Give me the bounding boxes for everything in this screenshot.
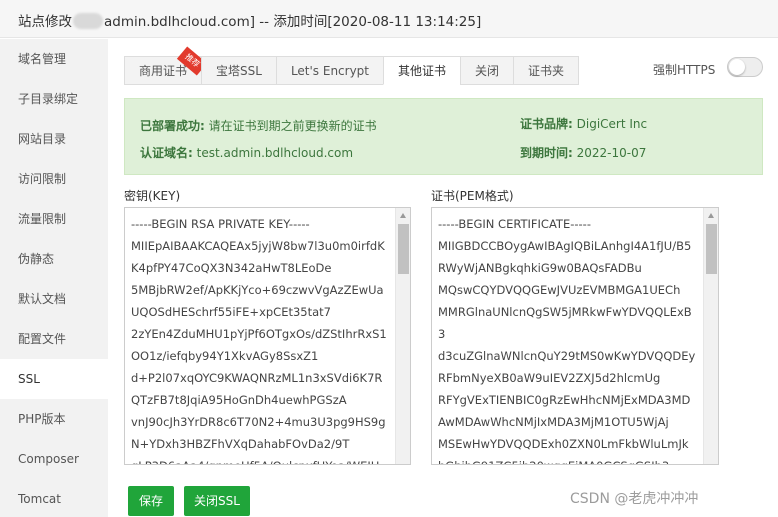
- cert-line: AwMDAwWhcNMjIxMDA3MjM1OTU5WjAj: [438, 415, 669, 429]
- tab-lets-encrypt[interactable]: Let's Encrypt: [275, 56, 384, 85]
- certificate-textarea[interactable]: -----BEGIN CERTIFICATE----- MIIGBDCCBOygA…: [431, 207, 719, 465]
- title-prefix: 站点修改: [18, 14, 72, 30]
- sidebar-item-composer[interactable]: Composer: [0, 439, 108, 479]
- key-line: UQOSdHESchrf55iFE+xpCEt35tat7: [131, 305, 331, 319]
- tab-commercial-cert[interactable]: 商用证书 推荐: [124, 46, 208, 85]
- key-line: gLP3D6aAa4/gnmeUf5A/OulcpxfHYoa/WEIU: [131, 455, 404, 464]
- key-label: 密钥(KEY): [124, 189, 181, 203]
- key-scrollbar[interactable]: [395, 208, 410, 464]
- tab-baota-ssl[interactable]: 宝塔SSL: [201, 56, 276, 85]
- sidebar-item-tomcat[interactable]: Tomcat: [0, 479, 108, 517]
- title-suffix: -- 添加时间[2020-08-11 13:14:25]: [255, 14, 482, 30]
- window-title: 站点修改 admin.bdlhcloud.com] -- 添加时间[2020-08…: [18, 10, 481, 30]
- brand-row: 证书品牌: DigiCert Inc: [520, 115, 647, 132]
- scroll-thumb[interactable]: [706, 224, 717, 274]
- expire-value: 2022-10-07: [576, 146, 647, 160]
- cert-line: RFYgVExTIENBIC0gRzEwHhcNMjExMDA3MD: [438, 393, 691, 407]
- window-titlebar: 站点修改 admin.bdlhcloud.com] -- 添加时间[2020-08…: [0, 0, 778, 38]
- sidebar-item-site-dir[interactable]: 网站目录: [0, 119, 108, 159]
- cert-line: 3: [438, 327, 446, 341]
- cert-line: bGhibG91ZC5jb20wggEiMA0GCSqGSIb3: [438, 455, 712, 464]
- domain-row: 认证域名: test.admin.bdlhcloud.com: [140, 144, 353, 161]
- sidebar-item-domain[interactable]: 域名管理: [0, 39, 108, 79]
- key-line: -----BEGIN RSA PRIVATE KEY-----: [131, 217, 310, 231]
- sidebar-item-rewrite[interactable]: 伪静态: [0, 239, 108, 279]
- key-line: vnJ90cJh3YrDR8c6T70N2+4mu3U3pg9HS9g: [131, 415, 386, 429]
- tab-label: 商用证书: [139, 64, 188, 78]
- toggle-knob: [729, 59, 745, 75]
- cert-scrollbar[interactable]: [703, 208, 718, 464]
- brand-value: DigiCert Inc: [576, 117, 648, 131]
- cert-line: MMRGlnaUNlcnQgSW5jMRkwFwYDVQQLExB: [438, 305, 692, 319]
- deployed-label: 已部署成功:: [140, 119, 205, 133]
- redacted-blur: [73, 13, 103, 29]
- domain-value: test.admin.bdlhcloud.com: [196, 146, 354, 160]
- expire-label: 到期时间:: [520, 146, 573, 160]
- force-https-label: 强制HTTPS: [653, 63, 716, 77]
- cert-line: MSEwHwYDVQQDExh0ZXN0LmFkbWluLmJk: [438, 437, 689, 451]
- sidebar-item-access-limit[interactable]: 访问限制: [0, 159, 108, 199]
- deployed-message: 请在证书到期之前更换新的证书: [208, 119, 377, 133]
- sidebar: 域名管理 子目录绑定 网站目录 访问限制 流量限制 伪静态 默认文档 配置文件 …: [0, 39, 108, 517]
- cert-line: MIIGBDCCBOygAwIBAgIQBiLAnhgI4A1fJU/B5: [438, 239, 692, 253]
- scroll-up-arrow-icon[interactable]: [708, 213, 714, 218]
- close-ssl-button[interactable]: 关闭SSL: [184, 486, 250, 516]
- csdn-watermark: CSDN @老虎冲冲冲: [570, 491, 699, 507]
- deploy-status-box: 已部署成功: 请在证书到期之前更换新的证书 认证域名: test.admin.b…: [124, 98, 763, 175]
- key-line: OO1z/iefqby94Y1XkvAGy8SsxZ1: [131, 349, 319, 363]
- key-line: 5MBjbRW2ef/ApKKjYco+69czwvVgAzZEwUa: [131, 283, 384, 297]
- key-line: QTzFB7t8JqiA95HoGnDh4uewhPGSzA: [131, 393, 347, 407]
- sidebar-item-config-file[interactable]: 配置文件: [0, 319, 108, 359]
- tab-cert-folder[interactable]: 证书夹: [513, 56, 580, 85]
- key-line: N+YDxh3HBZFhVXqDahabFOvDa2/9T: [131, 437, 350, 451]
- key-line: K4pfPY47CoQX3N342aHwT8LEoDe: [131, 261, 332, 275]
- ssl-tabs: 商用证书 推荐 宝塔SSL Let's Encrypt 其他证书 关闭 证书夹: [124, 46, 580, 85]
- sidebar-item-traffic-limit[interactable]: 流量限制: [0, 199, 108, 239]
- title-domain: admin.bdlhcloud.com]: [104, 14, 255, 30]
- expire-row: 到期时间: 2022-10-07: [520, 144, 646, 161]
- save-button[interactable]: 保存: [128, 486, 174, 516]
- key-line: d+P2l07xqOYC9KWAQNRzML1n3xSVdi6K7R: [131, 371, 383, 385]
- scroll-thumb[interactable]: [398, 224, 409, 274]
- cert-line: RFbmNyeXB0aW9uIEV2ZXJ5d2hlcmUg: [438, 371, 661, 385]
- cert-line: RWyWjANBgkqhkiG9w0BAQsFADBu: [438, 261, 642, 275]
- cert-line: d3cuZGlnaWNlcnQuY29tMS0wKwYDVQQDEy: [438, 349, 696, 363]
- key-line: MIIEpAIBAAKCAQEAx5jyjW8bw7l3u0m0irfdK: [131, 239, 385, 253]
- sidebar-item-php-version[interactable]: PHP版本: [0, 399, 108, 439]
- private-key-textarea[interactable]: -----BEGIN RSA PRIVATE KEY----- MIIEpAIBA…: [124, 207, 411, 465]
- sidebar-item-ssl[interactable]: SSL: [0, 359, 108, 399]
- deploy-status-row: 已部署成功: 请在证书到期之前更换新的证书: [140, 117, 377, 134]
- sidebar-item-subdir[interactable]: 子目录绑定: [0, 79, 108, 119]
- cert-line: -----BEGIN CERTIFICATE-----: [438, 217, 591, 231]
- brand-label: 证书品牌:: [520, 117, 573, 131]
- force-https-toggle[interactable]: [727, 57, 763, 77]
- cert-line: MQswCQYDVQQGEwJVUzEVMBMGA1UECh: [438, 283, 681, 297]
- scroll-up-arrow-icon[interactable]: [400, 213, 406, 218]
- private-key-content: -----BEGIN RSA PRIVATE KEY----- MIIEpAIBA…: [125, 208, 410, 464]
- cert-label: 证书(PEM格式): [431, 189, 514, 203]
- sidebar-item-default-doc[interactable]: 默认文档: [0, 279, 108, 319]
- certificate-content: -----BEGIN CERTIFICATE----- MIIGBDCCBOygA…: [432, 208, 718, 464]
- domain-label: 认证域名:: [140, 146, 193, 160]
- tab-close[interactable]: 关闭: [460, 56, 514, 85]
- tab-other-cert[interactable]: 其他证书: [383, 56, 461, 85]
- key-line: 2zYEn4ZduMHU1pYjPf6OTgxOs/dZStIhrRxS1: [131, 327, 387, 341]
